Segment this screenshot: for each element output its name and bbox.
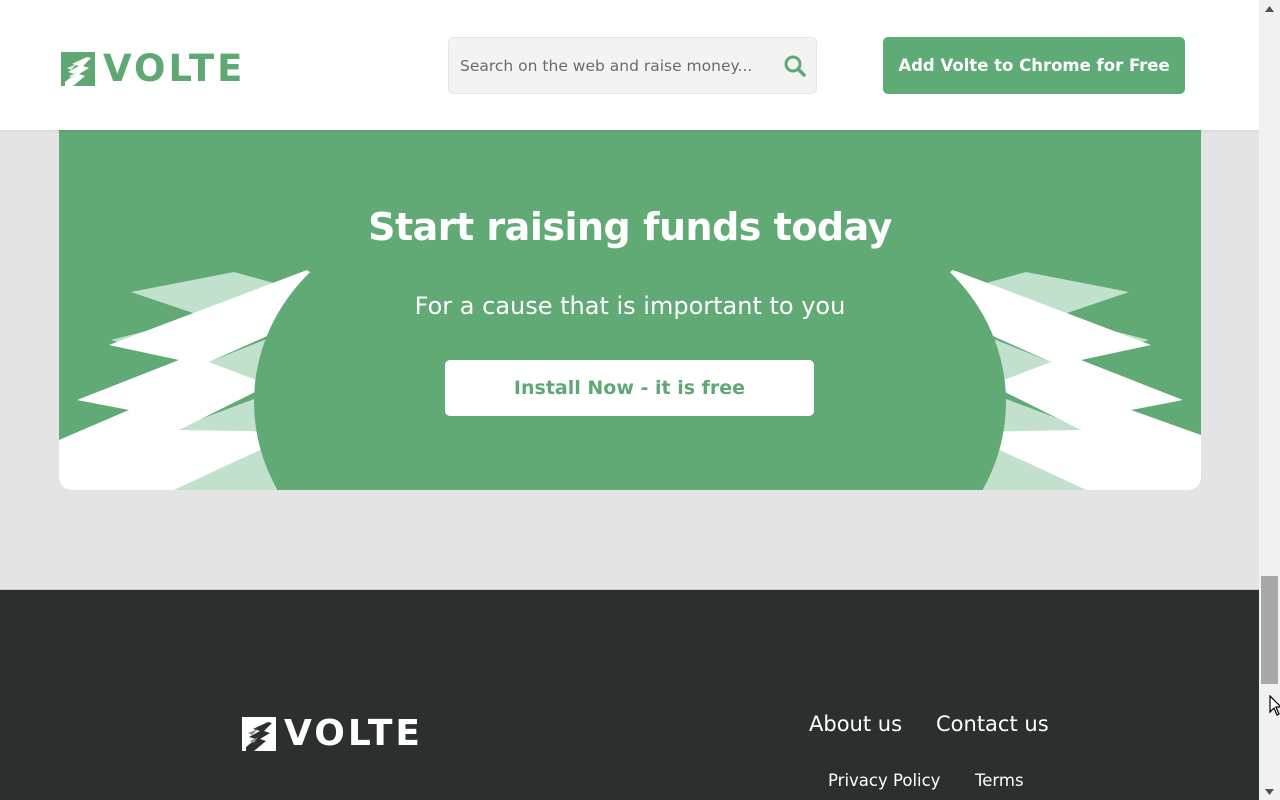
- footer-link-privacy-policy[interactable]: Privacy Policy: [828, 771, 940, 790]
- search-input[interactable]: [449, 38, 769, 93]
- scroll-down-button[interactable]: [1259, 783, 1280, 800]
- header-logo[interactable]: VOLTE: [61, 47, 246, 90]
- footer-link-terms[interactable]: Terms: [975, 771, 1024, 790]
- scroll-up-button[interactable]: [1259, 0, 1280, 17]
- volte-logo-icon: [242, 717, 276, 751]
- right-wing-decoration: [616, 217, 1201, 490]
- banner-title: Start raising funds today: [368, 205, 892, 249]
- page-viewport: Start raising funds today For a cause th…: [0, 0, 1259, 800]
- footer-link-contact-us[interactable]: Contact us: [936, 712, 1049, 736]
- scrollbar-thumb[interactable]: [1261, 576, 1278, 685]
- search-icon: [784, 55, 806, 77]
- triangle-down-icon: [1265, 788, 1274, 795]
- install-now-button[interactable]: Install Now - it is free: [445, 360, 814, 416]
- cta-banner: Start raising funds today For a cause th…: [59, 110, 1201, 490]
- search-button[interactable]: [782, 53, 808, 79]
- left-wing-decoration: [59, 217, 644, 490]
- logo-wordmark: VOLTE: [103, 47, 246, 90]
- site-footer: VOLTE About us Contact us Privacy Policy…: [0, 589, 1259, 800]
- triangle-up-icon: [1265, 5, 1274, 12]
- footer-logo[interactable]: VOLTE: [242, 716, 423, 752]
- volte-logo-icon: [61, 52, 95, 86]
- vertical-scrollbar[interactable]: [1259, 0, 1280, 800]
- add-to-chrome-button[interactable]: Add Volte to Chrome for Free: [883, 37, 1185, 94]
- site-header: VOLTE Add Volte to Chrome for Free: [0, 0, 1259, 130]
- footer-logo-wordmark: VOLTE: [284, 713, 423, 754]
- footer-link-about-us[interactable]: About us: [809, 712, 902, 736]
- banner-subtitle: For a cause that is important to you: [414, 292, 846, 320]
- search-bar: [448, 37, 817, 94]
